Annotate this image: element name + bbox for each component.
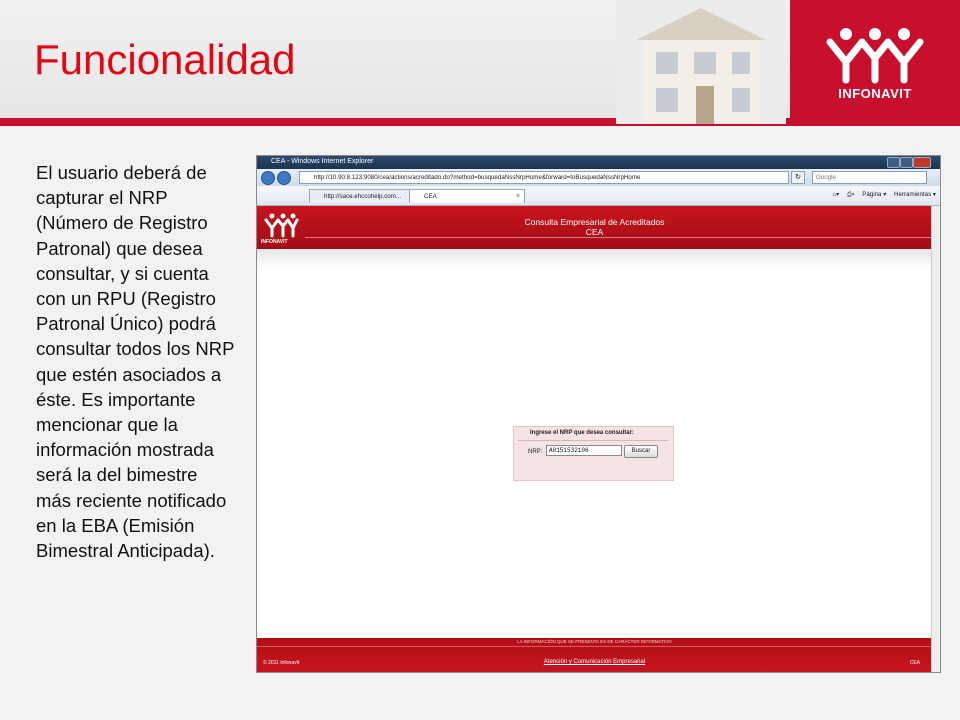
app-header: INFONAVIT Consulta Empresarial de Acredi… xyxy=(257,206,932,249)
tab-label: CEA xyxy=(424,193,437,200)
refresh-icon[interactable]: ↻ xyxy=(791,171,805,184)
back-icon[interactable] xyxy=(261,171,275,185)
app-title: Consulta Empresarial de Acreditados CEA xyxy=(257,217,932,237)
footer-link[interactable]: Atención y Comunicación Empresarial xyxy=(257,659,932,665)
footer-app-name: CEA xyxy=(909,660,920,666)
app-logo-text: INFONAVIT xyxy=(261,239,288,245)
print-icon[interactable]: ⎙▾ xyxy=(847,191,855,198)
nrp-search-form: Ingrese el NRP que desea consultar: NRP:… xyxy=(513,426,674,481)
house-photo xyxy=(616,0,786,124)
nrp-input[interactable]: A0151532106 xyxy=(546,445,622,456)
page-scrollbar[interactable] xyxy=(931,206,940,672)
page-content: INFONAVIT Consulta Empresarial de Acredi… xyxy=(257,206,932,672)
tools-menu[interactable]: Herramientas ▾ xyxy=(894,191,936,198)
app-title-line1: Consulta Empresarial de Acreditados xyxy=(524,217,665,227)
logo-text: INFONAVIT xyxy=(838,86,912,101)
tab-close-icon[interactable]: × xyxy=(516,190,520,203)
nrp-prompt: Ingrese el NRP que desea consultar: xyxy=(530,430,634,436)
footer-note: LA INFORMACIÓN QUE SE PRESENTA ES DE CAR… xyxy=(517,639,672,644)
slide-title: Funcionalidad xyxy=(34,36,296,83)
infonavit-logo-icon xyxy=(826,28,924,84)
command-bar: ⌂▾ ⎙▾ Página ▾ Herramientas ▾ xyxy=(826,191,936,199)
maximize-icon[interactable] xyxy=(900,157,913,168)
tab-cea[interactable]: CEA × xyxy=(409,189,525,203)
close-icon[interactable] xyxy=(913,157,931,168)
url-input[interactable]: http://10.90.8.123:9080/cea/actions/acre… xyxy=(299,171,789,184)
home-icon[interactable]: ⌂▾ xyxy=(832,191,839,198)
page-menu[interactable]: Página ▾ xyxy=(862,191,886,198)
browser-titlebar: CEA - Windows Internet Explorer xyxy=(257,156,940,169)
search-input[interactable]: Google xyxy=(812,171,927,184)
tab-sace[interactable]: http://sace.ehccohelp.com... xyxy=(309,189,413,203)
address-bar: http://10.90.8.123:9080/cea/actions/acre… xyxy=(257,169,940,186)
minimize-icon[interactable] xyxy=(887,157,900,168)
infonavit-logo: INFONAVIT xyxy=(790,0,960,126)
app-body: Ingrese el NRP que desea consultar: NRP:… xyxy=(257,249,932,638)
forward-icon[interactable] xyxy=(277,171,291,185)
footer-rule xyxy=(257,646,932,647)
tab-bar: http://sace.ehccohelp.com... CEA × ⌂▾ ⎙▾… xyxy=(257,186,940,206)
tab-label: http://sace.ehccohelp.com... xyxy=(324,193,402,200)
app-title-line2: CEA xyxy=(585,227,604,237)
app-header-rule xyxy=(305,237,932,238)
nrp-label: NRP: xyxy=(528,449,543,455)
slide-body-text: El usuario deberá de capturar el NRP (Nú… xyxy=(36,162,235,562)
window-title: CEA - Windows Internet Explorer xyxy=(271,158,374,165)
browser-window: CEA - Windows Internet Explorer http://1… xyxy=(256,155,941,673)
search-button[interactable]: Buscar xyxy=(624,445,658,458)
app-footer: LA INFORMACIÓN QUE SE PRESENTA ES DE CAR… xyxy=(257,638,932,672)
form-divider xyxy=(518,440,668,441)
